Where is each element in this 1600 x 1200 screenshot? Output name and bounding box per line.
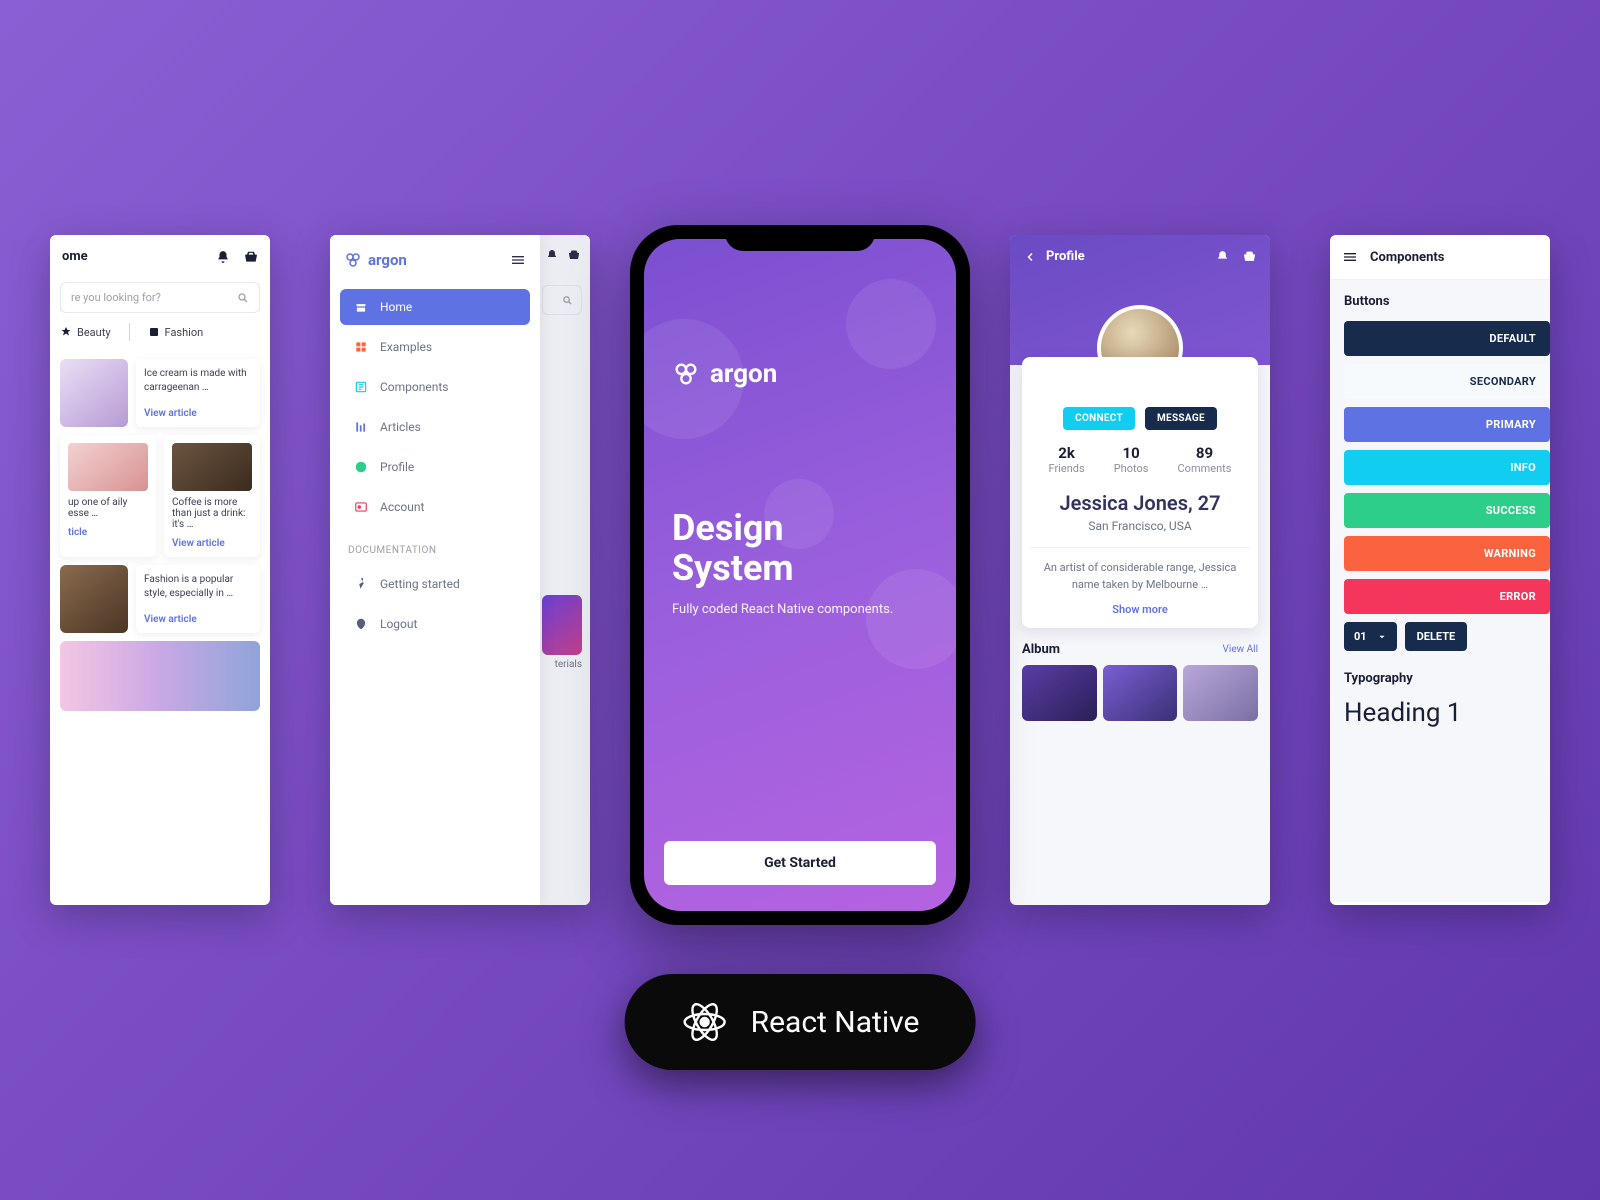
nav-item-icon [354, 420, 368, 434]
nav-item-examples[interactable]: Examples [340, 329, 530, 365]
thumbnail [68, 443, 148, 491]
section-label: Typography [1344, 671, 1550, 686]
basket-icon[interactable] [1243, 250, 1256, 263]
phone-notch [725, 225, 875, 251]
album-thumb[interactable] [1022, 665, 1097, 721]
thumbnail [172, 443, 252, 491]
category-beauty[interactable]: Beauty [60, 326, 111, 339]
nav-item-icon [354, 300, 368, 314]
react-native-badge: React Native [625, 974, 976, 1070]
article-card[interactable]: Coffee is more than just a drink: it's …… [164, 435, 260, 557]
search-input[interactable] [542, 285, 582, 315]
profile-location: San Francisco, USA [1034, 519, 1246, 533]
success-button[interactable]: SUCCESS [1344, 493, 1550, 528]
phone-frame: argon DesignSystem Fully coded React Nat… [630, 225, 970, 925]
menu-icon[interactable] [510, 252, 526, 268]
search-input[interactable]: re you looking for? [60, 282, 260, 313]
profile-bio: An artist of considerable range, Jessica… [1034, 560, 1246, 593]
thumbnail [60, 565, 128, 633]
section-label: DOCUMENTATION [330, 529, 540, 562]
bell-icon[interactable] [546, 249, 558, 261]
stat-friends: 2kFriends [1049, 444, 1085, 475]
page-title: ome [62, 249, 88, 264]
nav-item-icon [354, 617, 368, 631]
view-article-link[interactable]: ticle [68, 527, 148, 538]
back-icon[interactable] [1024, 251, 1036, 263]
bell-icon[interactable] [216, 250, 230, 264]
page-title: Profile [1046, 249, 1085, 264]
nav-item-icon [354, 500, 368, 514]
nav-item-icon [354, 577, 368, 591]
nav-item-getting-started[interactable]: Getting started [340, 566, 530, 602]
heading: DesignSystem [672, 509, 928, 588]
subtitle: Fully coded React Native components. [672, 602, 928, 617]
delete-button[interactable]: DELETE [1405, 622, 1468, 651]
article-card[interactable]: up one of aily esse … ticle [60, 435, 156, 557]
primary-button[interactable]: PRIMARY [1344, 407, 1550, 442]
profile-name: Jessica Jones, 27 [1034, 491, 1246, 515]
react-icon [681, 998, 729, 1046]
article-card[interactable]: Fashion is a popular style, especially i… [60, 565, 260, 633]
thumbnail [542, 595, 582, 655]
nav-item-icon [354, 340, 368, 354]
album-thumb[interactable] [1183, 665, 1258, 721]
nav-item-account[interactable]: Account [340, 489, 530, 525]
hero-image [60, 641, 260, 711]
nav-item-home[interactable]: Home [340, 289, 530, 325]
brand-logo: argon [344, 251, 407, 269]
album-thumb[interactable] [1103, 665, 1178, 721]
warning-button[interactable]: WARNING [1344, 536, 1550, 571]
info-button[interactable]: INFO [1344, 450, 1550, 485]
splash-screen: argon DesignSystem Fully coded React Nat… [644, 239, 956, 911]
secondary-button[interactable]: SECONDARY [1344, 364, 1550, 399]
search-icon [237, 292, 249, 304]
article-card[interactable]: Ice cream is made with carrageenan … Vie… [60, 359, 260, 427]
basket-icon[interactable] [244, 250, 258, 264]
bell-icon[interactable] [1216, 250, 1229, 263]
brand-logo: argon [672, 359, 928, 389]
nav-item-icon [354, 460, 368, 474]
page-title: Components [1370, 250, 1444, 265]
message-button[interactable]: MESSAGE [1145, 407, 1217, 430]
view-article-link[interactable]: View article [144, 408, 252, 419]
default-button[interactable]: DEFAULT [1344, 321, 1550, 356]
basket-icon[interactable] [568, 249, 580, 261]
album-title: Album [1022, 642, 1060, 657]
thumbnail [60, 359, 128, 427]
nav-item-logout[interactable]: Logout [340, 606, 530, 642]
show-more-link[interactable]: Show more [1034, 603, 1246, 616]
divider [129, 323, 130, 341]
nav-item-icon [354, 380, 368, 394]
menu-icon[interactable] [1342, 249, 1358, 265]
chevron-down-icon [1377, 632, 1387, 642]
nav-item-articles[interactable]: Articles [340, 409, 530, 445]
heading-sample: Heading 1 [1344, 698, 1550, 728]
view-all-link[interactable]: View All [1223, 644, 1258, 655]
stat-comments: 89Comments [1178, 444, 1232, 475]
connect-button[interactable]: CONNECT [1063, 407, 1135, 430]
profile-screen: Profile CONNECT MESSAGE 2kFriends 10Photo… [1010, 235, 1270, 905]
nav-drawer: argon Home Examples Components Articles Prof… [330, 235, 540, 905]
nav-item-components[interactable]: Components [340, 369, 530, 405]
home-screen: ome re you looking for? Beauty Fashion I… [50, 235, 270, 905]
stat-photos: 10Photos [1114, 444, 1149, 475]
components-screen: Components Buttons DEFAULT SECONDARY PRIMA… [1330, 235, 1550, 905]
section-label: Buttons [1344, 294, 1550, 309]
drawer-screen: terials argon HomeExamplesComponentsArti… [330, 235, 590, 905]
category-fashion[interactable]: Fashion [148, 326, 204, 339]
select-dropdown[interactable]: 01 [1344, 622, 1397, 651]
error-button[interactable]: ERROR [1344, 579, 1550, 614]
view-article-link[interactable]: View article [144, 614, 252, 625]
view-article-link[interactable]: View article [172, 538, 252, 549]
get-started-button[interactable]: Get Started [664, 841, 936, 885]
nav-item-profile[interactable]: Profile [340, 449, 530, 485]
